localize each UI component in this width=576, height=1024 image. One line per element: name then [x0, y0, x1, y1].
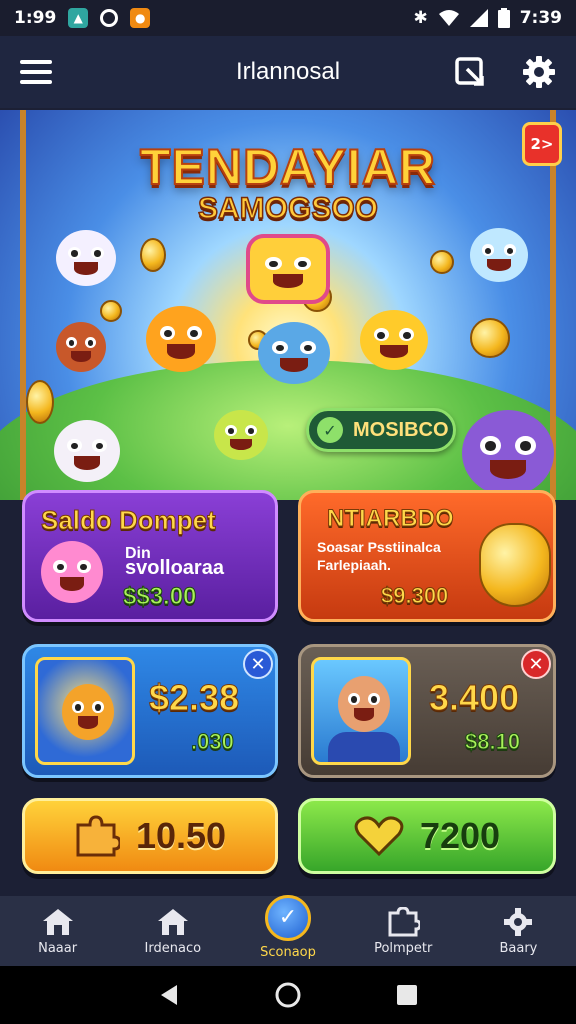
stat-amount: 3.400	[428, 677, 520, 719]
close-icon[interactable]: ✕	[243, 649, 273, 679]
card-line-2: svolloaraa	[125, 557, 224, 579]
game-notification-icon: ●	[130, 8, 151, 28]
player-face	[338, 676, 390, 732]
share-icon[interactable]	[454, 56, 486, 88]
nav-item-settings[interactable]: Baary	[461, 896, 576, 966]
nav-label: Polmpetr	[374, 940, 433, 956]
coin-icon	[140, 238, 166, 272]
nav-label: Naaar	[38, 940, 78, 956]
nav-label: Irdenaco	[144, 940, 202, 956]
stat-sub: .030	[191, 729, 235, 755]
nav-item-wallet[interactable]: Polmpetr	[346, 896, 461, 966]
card-amount: $9.300	[380, 583, 449, 609]
stat-amount: $2.38	[148, 677, 240, 719]
coin-icon	[100, 300, 122, 322]
stat-sub: $8.10	[464, 729, 521, 755]
card-amount: $$3.00	[122, 583, 197, 611]
purple-bear-character	[462, 410, 554, 496]
kangaroo-character	[62, 684, 114, 740]
white-bear-character	[54, 420, 120, 482]
app-bar: Irlannosal	[0, 36, 576, 108]
blue-bird-character	[470, 228, 528, 282]
bottom-nav: Naaar Irdenaco ✓ Sconaop Polmpetr Baary	[0, 894, 576, 966]
battery-icon	[497, 8, 510, 28]
coins-value: 10.50	[135, 815, 227, 856]
treasure-pot-icon	[479, 523, 551, 607]
card-title: NTIARBDO	[327, 505, 455, 533]
green-lizard-character	[214, 410, 268, 460]
player-vest	[328, 732, 400, 762]
player-avatar	[311, 657, 411, 765]
coin-icon	[430, 250, 454, 274]
nav-item-home[interactable]: Naaar	[0, 896, 115, 966]
nav-item-history[interactable]: Irdenaco	[115, 896, 230, 966]
gear-nav-icon	[504, 907, 533, 936]
hero-badge[interactable]: 2>	[522, 122, 562, 166]
status-time-right: 7:39	[519, 8, 562, 28]
puzzle-nav-icon	[388, 906, 421, 936]
coin-icon	[26, 380, 54, 424]
wifi-icon	[438, 10, 459, 26]
nav-label: Baary	[499, 940, 538, 956]
gear-icon[interactable]	[522, 55, 556, 89]
gems-value: 7200	[419, 815, 501, 856]
circle-notification-icon	[100, 9, 119, 27]
fox-character	[56, 322, 106, 372]
home-icon	[42, 908, 73, 935]
coins-button[interactable]: 10.50	[22, 798, 278, 874]
blue-cat-character	[258, 322, 330, 384]
back-icon[interactable]	[157, 983, 181, 1007]
gift-character	[246, 234, 330, 304]
nav-item-shop[interactable]: ✓ Sconaop	[230, 894, 345, 966]
pink-monkey-character	[41, 541, 103, 603]
player-stat-card[interactable]: 3.400 $8.10 ✕	[298, 644, 556, 778]
status-bar: 1:99 ▲ ● ✱ 7:39	[0, 0, 576, 36]
close-icon[interactable]: ✕	[521, 649, 551, 679]
character-portrait	[35, 657, 135, 765]
bonus-offer-card[interactable]: NTIARBDO Soasar Psstiinalca Farlepiaah. …	[298, 490, 556, 622]
card-line-1: Soasar Psstiinalca	[317, 539, 441, 555]
status-time-left: 1:99	[14, 8, 57, 28]
check-badge-icon: ✓	[265, 894, 311, 941]
reward-stat-card[interactable]: $2.38 .030 ✕	[22, 644, 278, 778]
home-button-icon[interactable]	[274, 981, 302, 1009]
system-nav-bar	[0, 966, 576, 1024]
white-pig-character	[56, 230, 116, 286]
heart-icon	[354, 816, 404, 856]
puzzle-icon	[76, 815, 120, 857]
signal-icon	[469, 9, 488, 27]
orange-cat-character	[146, 306, 216, 372]
card-title: Saldo Dompet	[41, 505, 217, 536]
app-notification-icon: ▲	[68, 8, 89, 28]
menu-icon[interactable]	[20, 60, 52, 84]
coin-icon	[470, 318, 510, 358]
hero-title: TENDAYIAR	[139, 138, 437, 196]
recents-icon[interactable]	[395, 983, 419, 1007]
house-icon	[157, 908, 188, 935]
hero-banner[interactable]: TENDAYIAR SAMOGSOO 2> ✓ MOSIBCO	[0, 110, 576, 500]
check-icon: ✓	[317, 417, 343, 443]
nav-label: Sconaop	[260, 944, 316, 960]
yellow-frog-character	[360, 310, 428, 370]
hero-action-label: MOSIBCO	[353, 418, 449, 441]
card-line-2: Farlepiaah.	[317, 557, 391, 573]
bluetooth-icon: ✱	[413, 8, 428, 28]
wallet-balance-card[interactable]: Saldo Dompet Din svolloaraa $$3.00	[22, 490, 278, 622]
hero-subtitle: SAMOGSOO	[197, 191, 379, 226]
hero-action-button[interactable]: ✓ MOSIBCO	[306, 408, 456, 452]
gems-button[interactable]: 7200	[298, 798, 556, 874]
